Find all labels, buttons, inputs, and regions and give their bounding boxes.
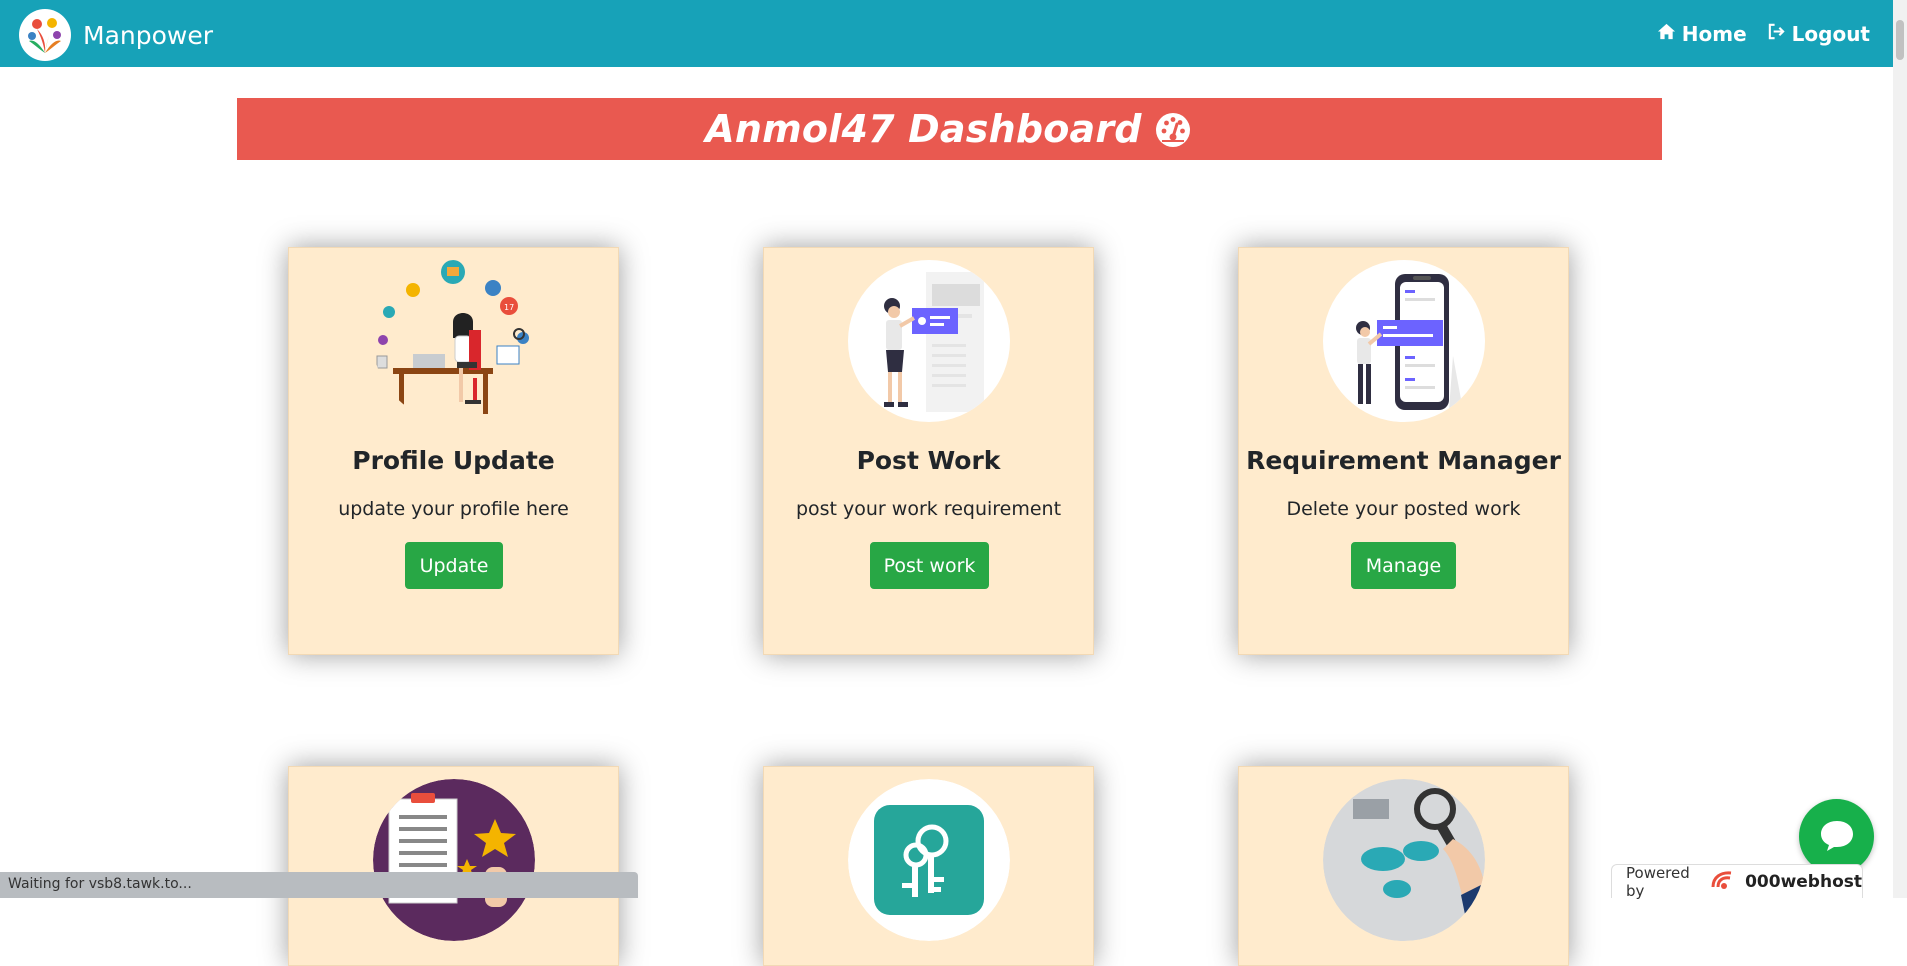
nav-links: Home Logout (1657, 0, 1870, 67)
dashboard-banner: Anmol47 Dashboard (237, 98, 1662, 160)
update-button[interactable]: Update (405, 542, 503, 589)
card-description: Delete your posted work (1286, 498, 1521, 520)
post-work-button[interactable]: Post work (870, 542, 989, 589)
chat-widget-button[interactable] (1799, 799, 1874, 874)
profile-update-card: 17 Profile Update update your profile he… (288, 247, 619, 655)
card-description: post your work requirement (795, 498, 1062, 520)
manpower-logo-icon (19, 9, 71, 61)
review-card (288, 766, 619, 966)
manage-button[interactable]: Manage (1351, 542, 1456, 589)
chat-icon (1817, 815, 1857, 859)
browser-status-bar: Waiting for vsb8.tawk.to... (0, 872, 638, 898)
page-scrollbar[interactable] (1893, 0, 1907, 898)
top-navbar: Manpower Home Logout (0, 0, 1907, 67)
requirement-illustration (1323, 260, 1485, 422)
svg-text:17: 17 (504, 303, 514, 312)
world-search-card (1238, 766, 1569, 966)
profile-illustration: 17 (373, 260, 535, 422)
keys-illustration (848, 779, 1010, 941)
nav-logout-link[interactable]: Logout (1767, 22, 1870, 46)
scrollbar-thumb[interactable] (1896, 20, 1904, 60)
tachometer-icon (1152, 108, 1194, 150)
post-work-card: Post Work post your work requirement Pos… (763, 247, 1094, 655)
card-title: Post Work (856, 446, 1001, 475)
home-icon (1657, 22, 1676, 46)
card-title: Profile Update (352, 446, 555, 475)
powered-by-label: Powered by (1626, 863, 1690, 900)
post-work-illustration (848, 260, 1010, 422)
logout-icon (1767, 22, 1786, 46)
powered-by-badge[interactable]: Powered by 000webhost (1611, 863, 1863, 900)
review-illustration (373, 779, 535, 941)
status-text: Waiting for vsb8.tawk.to... (8, 876, 192, 892)
requirement-manager-card: Requirement Manager Delete your posted w… (1238, 247, 1569, 655)
nav-home-label: Home (1681, 21, 1747, 46)
nav-home-link[interactable]: Home (1657, 22, 1747, 46)
brand-name: Manpower (83, 20, 214, 50)
webhost-logo-icon (1709, 869, 1737, 895)
card-title: Requirement Manager (1246, 446, 1561, 475)
page-title: Anmol47 Dashboard (705, 107, 1142, 151)
world-search-illustration (1323, 779, 1485, 941)
powered-by-host: 000webhost (1745, 871, 1862, 892)
brand-link[interactable]: Manpower (19, 9, 213, 61)
nav-logout-label: Logout (1791, 21, 1870, 46)
card-description: update your profile here (338, 498, 569, 520)
keys-card (763, 766, 1094, 966)
